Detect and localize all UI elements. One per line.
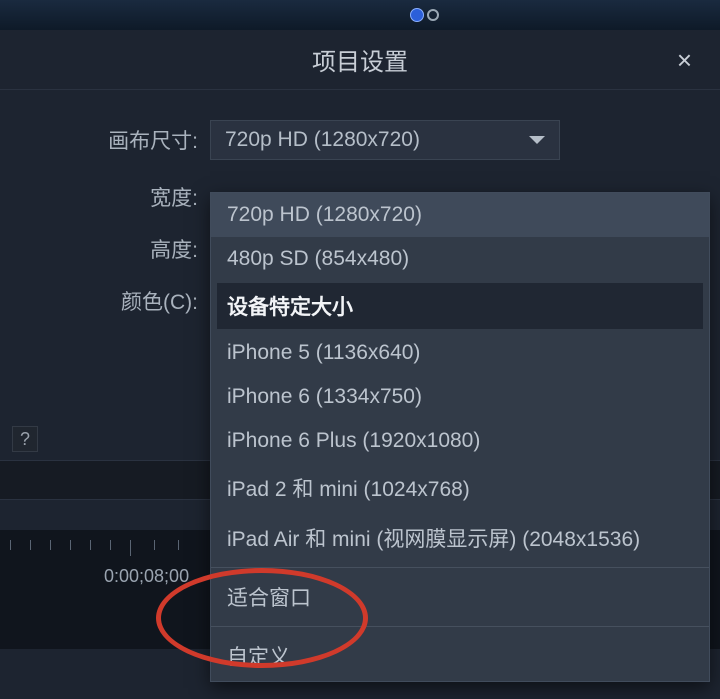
chevron-down-icon bbox=[529, 136, 545, 144]
dropdown-option-custom[interactable]: 自定义 bbox=[211, 631, 709, 681]
help-icon: ? bbox=[20, 429, 30, 450]
dropdown-option-iphone6[interactable]: iPhone 6 (1334x750) bbox=[211, 375, 709, 419]
dropdown-group-devices: 设备特定大小 bbox=[217, 283, 703, 329]
close-button[interactable]: × bbox=[677, 47, 692, 73]
dialog-header: 项目设置 × bbox=[0, 30, 720, 90]
keyframe-indicator bbox=[410, 8, 439, 22]
dialog-title: 项目设置 bbox=[312, 42, 408, 77]
dropdown-option-ipadair[interactable]: iPad Air 和 mini (视网膜显示屏) (2048x1536) bbox=[211, 513, 709, 563]
dropdown-option-iphone6plus[interactable]: iPhone 6 Plus (1920x1080) bbox=[211, 419, 709, 463]
width-label: 宽度: bbox=[0, 182, 210, 212]
dropdown-option-iphone5[interactable]: iPhone 5 (1136x640) bbox=[211, 331, 709, 375]
app-chrome-top bbox=[0, 0, 720, 30]
canvas-size-label: 画布尺寸: bbox=[0, 125, 210, 155]
height-label: 高度: bbox=[0, 234, 210, 264]
help-button[interactable]: ? bbox=[12, 426, 38, 452]
dropdown-option-480p[interactable]: 480p SD (854x480) bbox=[211, 237, 709, 281]
keyframe-dot-icon bbox=[410, 8, 424, 22]
canvas-size-row: 画布尺寸: 720p HD (1280x720) bbox=[0, 120, 720, 160]
keyframe-ring-icon bbox=[427, 9, 439, 21]
timeline-timestamp: 0:00;08;00 bbox=[104, 566, 189, 587]
divider bbox=[211, 626, 709, 627]
canvas-size-value: 720p HD (1280x720) bbox=[225, 128, 529, 152]
dropdown-option-720p[interactable]: 720p HD (1280x720) bbox=[211, 193, 709, 237]
canvas-size-dropdown: 720p HD (1280x720) 480p SD (854x480) 设备特… bbox=[210, 192, 710, 682]
close-icon: × bbox=[677, 45, 692, 75]
project-settings-dialog: 项目设置 × 画布尺寸: 720p HD (1280x720) 宽度: 高度: … bbox=[0, 30, 720, 699]
divider bbox=[211, 567, 709, 568]
dropdown-option-ipad2mini[interactable]: iPad 2 和 mini (1024x768) bbox=[211, 463, 709, 513]
canvas-size-select[interactable]: 720p HD (1280x720) bbox=[210, 120, 560, 160]
color-label: 颜色(C): bbox=[0, 286, 210, 316]
dropdown-option-fit-window[interactable]: 适合窗口 bbox=[211, 572, 709, 622]
